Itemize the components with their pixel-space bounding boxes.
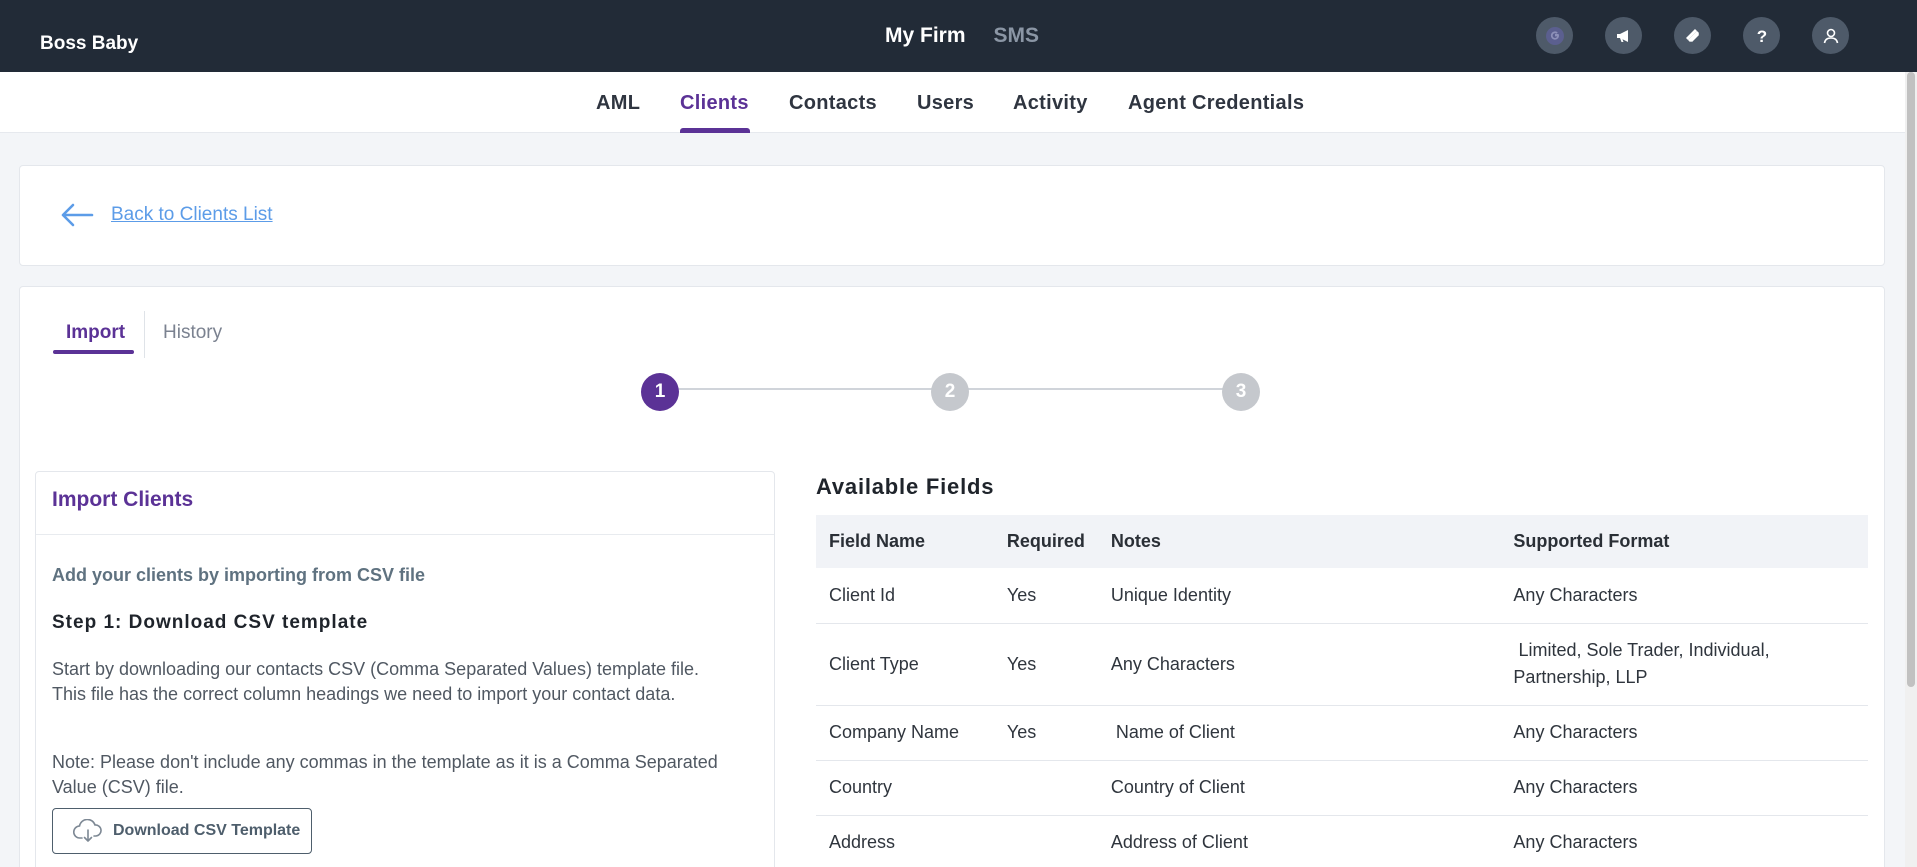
table-cell: Unique Identity (1097, 568, 1501, 624)
table-header-row: Field Name Required Notes Supported Form… (816, 515, 1868, 568)
step-3: 3 (1222, 373, 1260, 411)
instruction-text: Start by downloading our contacts CSV (C… (52, 659, 699, 679)
cloud-download-icon (73, 819, 102, 842)
table-row: Client Type Yes Any Characters Limited, … (816, 623, 1868, 706)
note-text: Value (CSV) file. (52, 777, 184, 797)
table-row: Address Address of Client Any Characters (816, 815, 1868, 867)
import-tab-indicator (53, 350, 134, 354)
download-csv-button[interactable]: Download CSV Template (52, 808, 312, 854)
table-cell: Any Characters (1500, 705, 1868, 761)
column-header: Supported Format (1500, 515, 1868, 568)
tab-import[interactable]: Import (66, 322, 125, 344)
table-cell (993, 815, 1098, 867)
table-cell: Any Characters (1500, 815, 1868, 867)
top-bar: Boss Baby My Firm SMS ? (0, 0, 1917, 72)
table-row: Company Name Yes Name of Client Any Char… (816, 705, 1868, 761)
table-row: Client Id Yes Unique Identity Any Charac… (816, 568, 1868, 624)
top-nav: My Firm SMS (885, 24, 1039, 48)
section-nav: AML Clients Contacts Users Activity Agen… (0, 72, 1905, 133)
top-nav-my-firm[interactable]: My Firm (885, 24, 966, 48)
stepper-line (679, 388, 969, 390)
back-card: Back to Clients List (19, 165, 1885, 266)
column-header: Required (993, 515, 1098, 568)
step-heading: Step 1: Download CSV template (52, 612, 369, 633)
column-header: Field Name (816, 515, 994, 568)
divider (36, 534, 774, 535)
ticket-icon[interactable] (1674, 17, 1711, 54)
tab-history[interactable]: History (163, 322, 222, 344)
import-clients-panel: Import Clients Add your clients by impor… (35, 471, 775, 867)
table-cell: Any Characters (1097, 623, 1501, 706)
google-icon[interactable] (1536, 17, 1573, 54)
column-header: Notes (1097, 515, 1501, 568)
table-cell: Any Characters (1500, 760, 1868, 816)
tab-divider (144, 311, 145, 358)
table-cell: Yes (993, 705, 1098, 761)
svg-text:?: ? (1756, 27, 1766, 46)
tab-activity[interactable]: Activity (1013, 92, 1088, 115)
arrow-left-icon[interactable] (60, 202, 94, 228)
scrollbar-thumb[interactable] (1907, 72, 1915, 687)
table-cell: Country of Client (1097, 760, 1501, 816)
tab-contacts[interactable]: Contacts (789, 92, 877, 115)
table-cell (993, 760, 1098, 816)
table-cell: Address of Client (1097, 815, 1501, 867)
table-cell: Country (816, 760, 994, 816)
megaphone-icon[interactable] (1605, 17, 1642, 54)
step-2: 2 (931, 373, 969, 411)
table-cell: Client Type (816, 623, 994, 706)
table-cell: Limited, Sole Trader, Individual, Partne… (1500, 623, 1868, 706)
back-to-clients-link[interactable]: Back to Clients List (111, 204, 273, 226)
download-csv-label: Download CSV Template (113, 822, 301, 839)
table-cell: Client Id (816, 568, 994, 624)
table-cell: Name of Client (1097, 705, 1501, 761)
tab-users[interactable]: Users (917, 92, 974, 115)
top-icons: ? (1536, 17, 1849, 54)
tab-agent-credentials[interactable]: Agent Credentials (1128, 92, 1304, 115)
tab-aml[interactable]: AML (596, 92, 640, 115)
available-fields-title: Available Fields (816, 474, 995, 499)
table-cell: Yes (993, 623, 1098, 706)
table-cell: Yes (993, 568, 1098, 624)
table-cell: Company Name (816, 705, 994, 761)
panel-title: Import Clients (52, 488, 194, 511)
help-icon[interactable]: ? (1743, 17, 1780, 54)
instruction-text: This file has the correct column heading… (52, 684, 676, 704)
brand-name[interactable]: Boss Baby (40, 33, 138, 55)
top-nav-sms[interactable]: SMS (994, 24, 1040, 48)
note-text: Note: Please don't include any commas in… (52, 752, 718, 772)
available-fields-table: Field Name Required Notes Supported Form… (816, 515, 1868, 867)
table-row: Country Country of Client Any Characters (816, 760, 1868, 816)
step-1: 1 (641, 373, 679, 411)
panel-subtitle: Add your clients by importing from CSV f… (52, 565, 426, 585)
active-tab-indicator (680, 128, 750, 133)
table-cell: Any Characters (1500, 568, 1868, 624)
import-card: Import History 1 2 3 Import Clients Add … (19, 286, 1885, 867)
user-icon[interactable] (1812, 17, 1849, 54)
tab-clients[interactable]: Clients (680, 92, 749, 115)
table-cell: Address (816, 815, 994, 867)
page-scrollbar[interactable] (1905, 72, 1917, 867)
stepper-line (969, 388, 1259, 390)
